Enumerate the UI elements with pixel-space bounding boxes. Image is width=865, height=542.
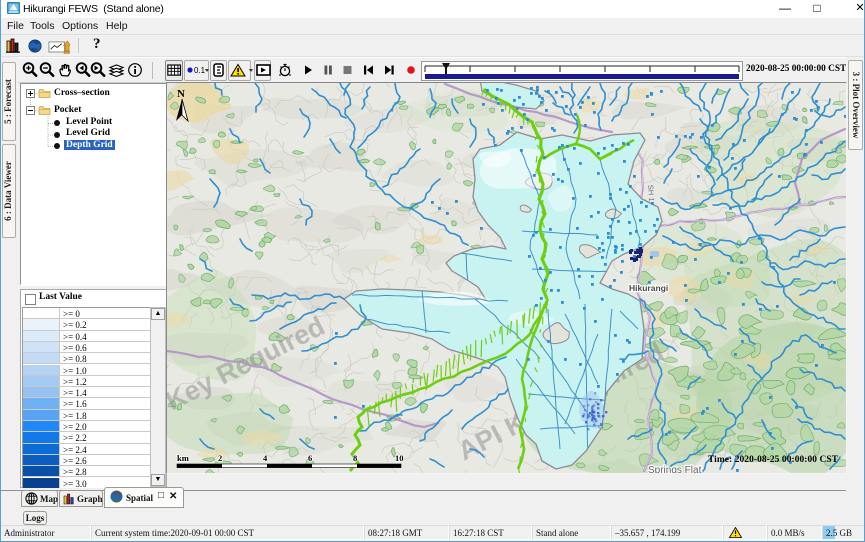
svg-text:Springs Flat: Springs Flat	[648, 465, 702, 473]
svg-text:Time: 2020-08-25 00:00:00 CST: Time: 2020-08-25 00:00:00 CST	[708, 455, 839, 465]
svg-text:10: 10	[395, 453, 404, 463]
svg-text:N: N	[177, 88, 185, 100]
svg-text:km: km	[177, 453, 189, 463]
svg-text:8: 8	[353, 453, 357, 463]
svg-text:6: 6	[308, 453, 312, 463]
svg-text:Hikurangi: Hikurangi	[629, 283, 668, 293]
svg-text:0.1: 0.1	[194, 66, 206, 75]
svg-text:2: 2	[218, 453, 222, 463]
svg-text:SH 1: SH 1	[646, 185, 656, 202]
